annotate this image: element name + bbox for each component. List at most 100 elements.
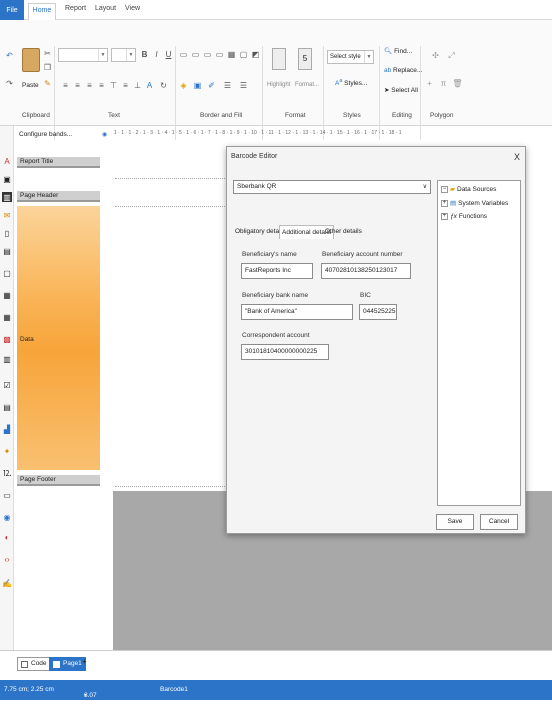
- menu-view[interactable]: View: [125, 5, 140, 12]
- polygon-delete-icon[interactable]: 🗑︎: [452, 78, 463, 89]
- tab-code[interactable]: Code: [17, 657, 51, 671]
- cancel-button[interactable]: Cancel: [480, 514, 518, 530]
- valign-top-icon[interactable]: ⊤: [108, 80, 119, 91]
- polygon-add-point-icon[interactable]: +: [424, 78, 435, 89]
- style-select[interactable]: Select style ▼: [327, 50, 374, 64]
- tree-item-system-variables[interactable]: + ▤ System Variables: [441, 199, 508, 207]
- border-right-icon[interactable]: ▭: [214, 49, 225, 60]
- valign-bottom-icon[interactable]: ⊥: [132, 80, 143, 91]
- justify-icon[interactable]: ≡: [96, 80, 107, 91]
- line-style-icon[interactable]: ☰: [238, 80, 249, 91]
- line-width-icon[interactable]: ☰: [222, 80, 233, 91]
- polygon-move-icon[interactable]: ✣: [430, 50, 441, 61]
- chart-object-icon[interactable]: ▩: [2, 334, 12, 344]
- line-color-icon[interactable]: ✐: [206, 80, 217, 91]
- polygon-scale-icon[interactable]: ⤢: [446, 50, 457, 61]
- border-bottom-icon[interactable]: ▭: [190, 49, 201, 60]
- page-tabs: Code Page1 +: [0, 650, 552, 680]
- matrix-object-icon[interactable]: ▦: [2, 312, 12, 322]
- band-report-title[interactable]: Report Title: [17, 157, 100, 168]
- paste-icon[interactable]: [22, 48, 40, 72]
- beneficiary-name-input[interactable]: FastReports Inc: [241, 263, 313, 279]
- undo-icon[interactable]: ↶: [4, 50, 15, 61]
- align-left-icon[interactable]: ≡: [60, 80, 71, 91]
- account-number-input[interactable]: 40702810138250123017: [321, 263, 411, 279]
- redo-icon[interactable]: ↷: [4, 78, 15, 89]
- border-edit-icon[interactable]: ◩: [250, 49, 261, 60]
- border-left-icon[interactable]: ▭: [202, 49, 213, 60]
- band-data[interactable]: Data: [17, 206, 100, 470]
- styles-button[interactable]: Aa Styles...: [335, 78, 367, 87]
- collapse-toggle[interactable]: −: [441, 185, 448, 193]
- format-icon[interactable]: 5: [298, 48, 312, 70]
- table-object-icon[interactable]: ▦: [2, 290, 12, 300]
- add-page-button[interactable]: +: [82, 657, 87, 666]
- fill-style-icon[interactable]: ▣: [192, 80, 203, 91]
- border-top-icon[interactable]: ▭: [178, 49, 189, 60]
- menu-home[interactable]: Home: [28, 3, 56, 20]
- border-none-icon[interactable]: ▢: [238, 49, 249, 60]
- zip-code-icon[interactable]: ▤: [2, 402, 12, 412]
- cut-icon[interactable]: ✂: [42, 48, 53, 59]
- picture-object-icon[interactable]: ▣: [2, 174, 12, 184]
- paste-label[interactable]: Paste: [22, 82, 39, 89]
- group-label-text: Text: [108, 112, 120, 119]
- replace-button[interactable]: ab Replace...: [384, 67, 422, 74]
- band-page-header[interactable]: Page Header: [17, 191, 100, 202]
- align-right-icon[interactable]: ≡: [84, 80, 95, 91]
- tab-other-details[interactable]: Other details: [323, 225, 364, 239]
- valign-middle-icon[interactable]: ≡: [120, 80, 131, 91]
- format-label[interactable]: Format...: [295, 82, 319, 88]
- font-name-select[interactable]: ▼: [58, 48, 108, 62]
- html-object-icon[interactable]: ‹›: [2, 554, 12, 564]
- barcode-type-select[interactable]: Sberbank QR ∨: [233, 180, 431, 194]
- font-color-icon[interactable]: A: [144, 80, 155, 91]
- chart-bar-icon[interactable]: ▟: [2, 424, 12, 434]
- underline-button[interactable]: U: [163, 49, 174, 60]
- barcode-object-icon[interactable]: ▥: [2, 192, 12, 202]
- gauge-object-icon[interactable]: ◐: [2, 532, 12, 542]
- tab-page1[interactable]: Page1: [49, 657, 86, 671]
- text-rotate-icon[interactable]: ↻: [158, 80, 169, 91]
- digital-signature-icon[interactable]: ✍: [2, 578, 12, 588]
- expand-toggle[interactable]: +: [441, 213, 448, 220]
- menu-report[interactable]: Report: [65, 5, 86, 12]
- cellular-text-icon[interactable]: ▥: [2, 354, 12, 364]
- highlight-icon[interactable]: [272, 48, 286, 70]
- bold-button[interactable]: B: [139, 49, 150, 60]
- copy-icon[interactable]: ❐: [42, 62, 53, 73]
- line-object-icon[interactable]: ▯: [2, 228, 12, 238]
- font-size-select[interactable]: ▼: [111, 48, 136, 62]
- subreport-object-icon[interactable]: ▤: [2, 246, 12, 256]
- save-button[interactable]: Save: [436, 514, 474, 530]
- correspondent-account-input[interactable]: 30101810400000000225: [241, 344, 329, 360]
- richtext-object-icon[interactable]: ✉: [2, 210, 12, 220]
- find-button[interactable]: 🔍︎ Find...: [384, 47, 412, 55]
- shape-object-icon[interactable]: ▢: [2, 268, 12, 278]
- highlight-label[interactable]: Highlight: [267, 82, 290, 88]
- number-object-icon[interactable]: ⒓: [2, 468, 12, 478]
- bank-name-input[interactable]: "Bank of America": [241, 304, 353, 320]
- polygon-bezier-icon[interactable]: π: [438, 78, 449, 89]
- close-icon[interactable]: X: [514, 152, 520, 162]
- menu-layout[interactable]: Layout: [95, 5, 116, 12]
- sparkline-icon[interactable]: ✦: [2, 446, 12, 456]
- bic-input[interactable]: 044525225: [359, 304, 397, 320]
- format-painter-icon[interactable]: ✎: [42, 78, 53, 89]
- text-object-icon[interactable]: A: [2, 156, 12, 166]
- align-center-icon[interactable]: ≡: [72, 80, 83, 91]
- expand-toggle[interactable]: +: [441, 199, 448, 207]
- tree-item-data-sources[interactable]: − ▰ Data Sources: [441, 185, 496, 193]
- container-object-icon[interactable]: ▭: [2, 490, 12, 500]
- select-all-button[interactable]: ➤ Select All: [384, 86, 418, 94]
- map-object-icon[interactable]: ◉: [2, 512, 12, 522]
- menu-file[interactable]: File: [0, 0, 24, 20]
- border-all-icon[interactable]: ▦: [226, 49, 237, 60]
- tree-item-functions[interactable]: + ƒx Functions: [441, 213, 487, 220]
- italic-button[interactable]: I: [151, 49, 162, 60]
- configure-bands-button[interactable]: Configure bands...: [19, 131, 72, 138]
- band-page-footer[interactable]: Page Footer: [17, 475, 100, 486]
- separator: [262, 46, 263, 140]
- fill-color-icon[interactable]: ◈: [178, 80, 189, 91]
- checkbox-object-icon[interactable]: ☑: [2, 380, 12, 390]
